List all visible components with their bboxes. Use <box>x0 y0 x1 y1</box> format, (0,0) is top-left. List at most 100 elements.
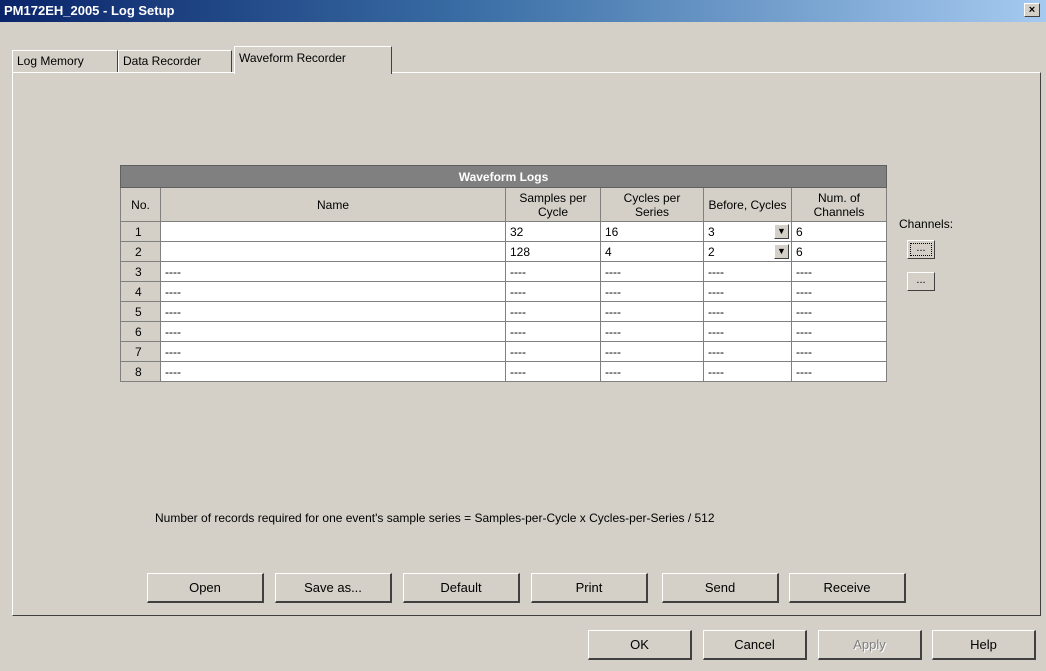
ok-button[interactable]: OK <box>588 630 692 660</box>
ellipsis-icon: ... <box>916 242 926 254</box>
row-number: 3 <box>120 261 161 282</box>
name-cell[interactable]: ---- <box>160 321 506 342</box>
title-bar: PM172EH_2005 - Log Setup × <box>0 0 1046 22</box>
table-row: 5 ---- ---- ---- ---- ---- <box>120 301 887 322</box>
cycles-cell[interactable]: 4 <box>600 241 704 262</box>
button-label: Save as... <box>304 580 362 595</box>
button-label: Print <box>575 580 603 595</box>
records-note: Number of records required for one event… <box>155 511 715 525</box>
samples-cell[interactable]: ---- <box>505 321 601 342</box>
save-as-button[interactable]: Save as... <box>275 573 392 603</box>
row-number: 6 <box>120 321 161 342</box>
button-label: Help <box>970 637 997 652</box>
channels-button-row-2[interactable]: ... <box>907 272 935 291</box>
before-combo[interactable]: 3 ▼ <box>703 221 792 242</box>
print-button[interactable]: Print <box>531 573 648 603</box>
window-title: PM172EH_2005 - Log Setup <box>4 3 175 18</box>
receive-button[interactable]: Receive <box>789 573 906 603</box>
name-cell[interactable]: ---- <box>160 301 506 322</box>
samples-cell[interactable]: ---- <box>505 261 601 282</box>
dropdown-arrow-icon[interactable]: ▼ <box>774 224 789 239</box>
table-row: 6 ---- ---- ---- ---- ---- <box>120 321 887 342</box>
samples-cell[interactable]: 32 <box>505 221 601 242</box>
send-button[interactable]: Send <box>662 573 779 603</box>
name-cell[interactable] <box>160 241 506 262</box>
before-cell[interactable]: ---- <box>703 281 792 302</box>
table-row: 4 ---- ---- ---- ---- ---- <box>120 281 887 302</box>
channels-cell[interactable]: 6 <box>791 221 887 242</box>
row-number: 5 <box>120 301 161 322</box>
samples-cell[interactable]: ---- <box>505 341 601 362</box>
name-cell[interactable]: ---- <box>160 341 506 362</box>
row-number: 8 <box>120 361 161 382</box>
column-header-cycles: Cycles per Series <box>600 187 704 222</box>
samples-cell[interactable]: 128 <box>505 241 601 262</box>
column-header-no: No. <box>120 187 161 222</box>
column-header-before: Before, Cycles <box>703 187 792 222</box>
channels-cell[interactable]: ---- <box>791 281 887 302</box>
button-label: Send <box>704 580 736 595</box>
before-cell[interactable]: ---- <box>703 341 792 362</box>
channels-cell[interactable]: ---- <box>791 301 887 322</box>
cycles-cell[interactable]: ---- <box>600 261 704 282</box>
cycles-cell[interactable]: 16 <box>600 221 704 242</box>
before-cell[interactable]: ---- <box>703 301 792 322</box>
column-header-channels: Num. of Channels <box>791 187 887 222</box>
samples-cell[interactable]: ---- <box>505 301 601 322</box>
channels-cell[interactable]: ---- <box>791 261 887 282</box>
button-label: Receive <box>823 580 871 595</box>
before-value: 2 <box>708 244 715 259</box>
samples-cell[interactable]: ---- <box>505 281 601 302</box>
waveform-logs-table: Waveform Logs No. Name Samples per Cycle… <box>120 165 887 382</box>
cycles-cell[interactable]: ---- <box>600 361 704 382</box>
cycles-cell[interactable]: ---- <box>600 341 704 362</box>
name-cell[interactable]: ---- <box>160 261 506 282</box>
close-button[interactable]: × <box>1024 3 1040 17</box>
cycles-cell[interactable]: ---- <box>600 301 704 322</box>
apply-button[interactable]: Apply <box>818 630 922 660</box>
before-cell[interactable]: ---- <box>703 321 792 342</box>
channels-button-row-1[interactable]: ... <box>907 240 935 259</box>
column-header-name: Name <box>160 187 506 222</box>
name-cell[interactable]: ---- <box>160 281 506 302</box>
row-number: 7 <box>120 341 161 362</box>
help-button[interactable]: Help <box>932 630 1036 660</box>
button-label: Default <box>440 580 482 595</box>
row-number: 1 <box>120 221 161 242</box>
channels-label: Channels: <box>899 217 954 231</box>
samples-cell[interactable]: ---- <box>505 361 601 382</box>
before-combo[interactable]: 2 ▼ <box>703 241 792 262</box>
before-cell[interactable]: ---- <box>703 261 792 282</box>
column-header-samples: Samples per Cycle <box>505 187 601 222</box>
before-value: 3 <box>708 224 715 239</box>
name-cell[interactable]: ---- <box>160 361 506 382</box>
dropdown-arrow-icon[interactable]: ▼ <box>774 244 789 259</box>
open-button[interactable]: Open <box>147 573 264 603</box>
tab-data-recorder[interactable]: Data Recorder <box>118 50 232 72</box>
table-row: 8 ---- ---- ---- ---- ---- <box>120 361 887 382</box>
row-number: 2 <box>120 241 161 262</box>
row-number: 4 <box>120 281 161 302</box>
channels-cell[interactable]: ---- <box>791 321 887 342</box>
button-label: OK <box>630 637 649 652</box>
name-cell[interactable] <box>160 221 506 242</box>
channels-cell[interactable]: ---- <box>791 341 887 362</box>
tab-label: Log Memory <box>17 54 84 68</box>
default-button[interactable]: Default <box>403 573 520 603</box>
channels-cell[interactable]: ---- <box>791 361 887 382</box>
table-row: 1 32 16 3 ▼ 6 <box>120 221 887 242</box>
button-label: Cancel <box>734 637 775 652</box>
cycles-cell[interactable]: ---- <box>600 321 704 342</box>
ellipsis-icon: ... <box>916 274 926 286</box>
tab-label: Data Recorder <box>123 54 202 68</box>
table-row: 3 ---- ---- ---- ---- ---- <box>120 261 887 282</box>
table-row: 2 128 4 2 ▼ 6 <box>120 241 887 262</box>
tab-log-memory[interactable]: Log Memory <box>12 50 118 72</box>
cycles-cell[interactable]: ---- <box>600 281 704 302</box>
cancel-button[interactable]: Cancel <box>703 630 807 660</box>
tab-waveform-recorder[interactable]: Waveform Recorder <box>234 46 392 74</box>
tab-label: Waveform Recorder <box>239 51 346 65</box>
before-cell[interactable]: ---- <box>703 361 792 382</box>
channels-cell[interactable]: 6 <box>791 241 887 262</box>
button-label: Apply <box>853 637 886 652</box>
